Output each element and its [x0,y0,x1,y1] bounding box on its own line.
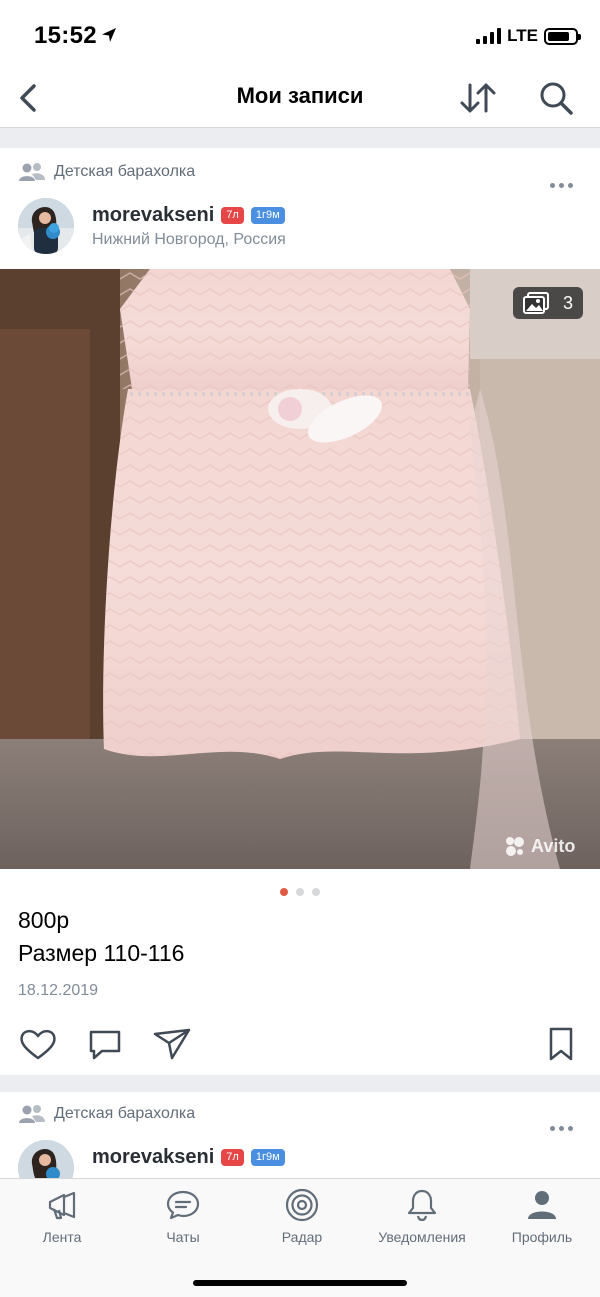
more-options-icon[interactable] [546,178,576,192]
radar-icon [285,1188,319,1222]
navigation-bar: Мои записи [0,70,600,126]
age-badge: 7л [221,207,244,224]
tab-label: Профиль [511,1229,573,1245]
sort-icon[interactable] [456,78,500,118]
person-icon [528,1191,556,1219]
gallery-icon [522,292,549,314]
post-price: 800р [18,907,70,933]
tab-chats[interactable]: Чаты [123,1187,243,1249]
more-options-icon[interactable] [546,1121,576,1135]
home-indicator[interactable] [193,1280,407,1286]
bookmark-icon[interactable] [541,1024,581,1064]
battery-icon [544,27,581,45]
author-location: Нижний Новгород, Россия [92,231,286,248]
post-photo[interactable] [0,269,600,869]
watermark-text: Avito [531,835,576,856]
group-name: Детская барахолка [54,163,196,180]
signal-icon [476,28,502,44]
post-card: Детская барахолка morevakseni 7л 1г9м [0,1092,600,1178]
tab-label: Чаты [166,1229,200,1245]
comment-icon[interactable] [85,1024,125,1064]
tab-notifications[interactable]: Уведомления [362,1187,482,1249]
page-dot [312,888,320,896]
avito-watermark: Avito [504,835,575,857]
tab-feed[interactable]: Лента [2,1187,122,1249]
post-group[interactable]: Детская барахолка [18,1104,195,1124]
bell-icon [407,1189,437,1222]
network-type: LTE [507,26,538,45]
feed-separator [0,1075,600,1092]
duration-badge: 1г9м [250,207,285,224]
megaphone-icon [48,1191,76,1220]
author-row: morevakseni 7л 1г9м [92,1146,285,1169]
group-name: Детская барахолка [54,1105,196,1122]
photo-count: 3 [562,292,573,313]
group-icon [19,1105,45,1123]
post-description: Размер 110-116 [18,940,185,966]
avatar[interactable] [18,198,74,254]
photo-pagination [280,888,320,896]
status-time: 15:52 [34,22,97,49]
photo-count-badge[interactable]: 3 [513,287,583,319]
post-group[interactable]: Детская барахолка [18,162,195,182]
tab-radar[interactable]: Радар [242,1187,362,1249]
avatar[interactable] [18,1140,74,1178]
search-icon[interactable] [536,78,576,118]
location-arrow-icon [102,28,116,42]
share-icon[interactable] [152,1024,192,1064]
dress-photo-image [0,269,600,869]
avito-logo-icon [506,837,524,856]
like-heart-icon[interactable] [18,1024,58,1064]
page-title: Мои записи [236,83,364,108]
chat-icon [166,1190,200,1220]
tab-profile[interactable]: Профиль [482,1187,600,1249]
duration-badge: 1г9м [250,1149,285,1166]
feed-separator [0,128,600,148]
status-indicators: LTE [476,26,581,46]
tab-label: Лента [42,1229,82,1245]
group-icon [19,163,45,181]
author-row: morevakseni 7л 1г9м [92,204,285,227]
page-dot-active [280,888,288,896]
age-badge: 7л [221,1149,244,1166]
author-name[interactable]: morevakseni [92,1146,214,1169]
page-dot [296,888,304,896]
status-bar: 15:52 LTE [0,0,600,70]
post-date: 18.12.2019 [18,982,99,999]
tab-label: Радар [281,1229,323,1245]
author-name[interactable]: morevakseni [92,204,214,227]
tab-label: Уведомления [378,1229,466,1245]
